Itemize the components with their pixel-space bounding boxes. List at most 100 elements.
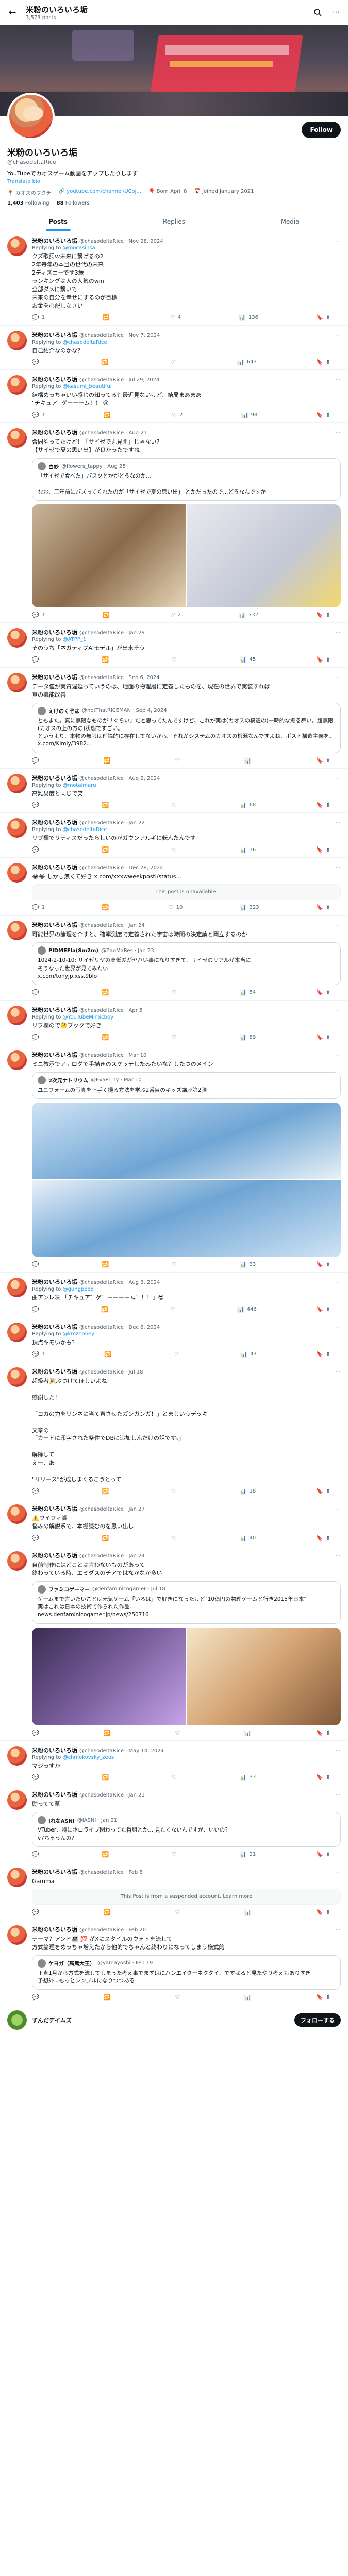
website-link[interactable]: youtube.com/channel/UCoj... (67, 189, 141, 194)
share-icon[interactable]: ⬆ (326, 904, 330, 911)
reply-button[interactable]: 💬 (32, 1261, 42, 1268)
tweet-handle-date[interactable]: @chasodeltaRice · Jan 27 (79, 1506, 145, 1512)
share-icon[interactable]: ⬆ (326, 412, 330, 418)
more-icon[interactable]: ⋯ (335, 1552, 341, 1559)
views-button[interactable]: 📊 21 (240, 1851, 256, 1858)
like-button[interactable]: ♡ (170, 359, 178, 365)
like-button[interactable]: ♡ (173, 1351, 181, 1358)
like-button[interactable]: ♡ (175, 1909, 183, 1916)
retweet-button[interactable]: 🔁 (104, 1730, 113, 1736)
tweet-author-name[interactable]: 米粉のいろいろ垢 (32, 1504, 77, 1513)
tweet[interactable]: 米粉のいろいろ垢 @chasodeltaRice · Jan 24 ⋯ 自前制作にはど… (0, 1546, 348, 1741)
tweet[interactable]: 米粉のいろいろ垢 @chasodeltaRice · Jan 24 ⋯ 可能世界の論理… (0, 916, 348, 1001)
tweet[interactable]: 米粉のいろいろ垢 @chasodeltaRice · Nov 7, 2024 ⋯ Re… (0, 326, 348, 370)
tweet-author-name[interactable]: 米粉のいろいろ垢 (32, 1278, 77, 1286)
avatar[interactable] (7, 375, 27, 395)
retweet-button[interactable]: 🔁 (102, 904, 112, 911)
more-icon[interactable]: ⋯ (335, 922, 341, 928)
tweet-handle-date[interactable]: @chasodeltaRice · Feb 20 (79, 1927, 146, 1933)
like-button[interactable]: ♡ 2 (170, 612, 181, 618)
website[interactable]: 🔗 youtube.com/channel/UCoj... (59, 189, 141, 196)
views-button[interactable]: 📊 89 (240, 1034, 256, 1041)
views-button[interactable]: 📊 (244, 757, 254, 764)
reply-button[interactable]: 💬 (32, 1994, 42, 2001)
tweet[interactable]: 米粉のいろいろ垢 @chasodeltaRice · Jul 29, 2024 ⋯ R… (0, 370, 348, 423)
share-icon[interactable]: ⬆ (326, 1851, 330, 1858)
tweet-handle-date[interactable]: @chasodeltaRice · Nov 7, 2024 (79, 333, 160, 338)
avatar[interactable] (7, 428, 27, 448)
like-button[interactable]: ♡ 4 (170, 314, 181, 321)
views-button[interactable]: 📊 136 (239, 314, 258, 321)
tweet-handle-date[interactable]: @chasodeltaRice · Nov 28, 2024 (79, 239, 163, 244)
tweet-author-name[interactable]: 米粉のいろいろ垢 (32, 1868, 77, 1876)
tweet-handle-date[interactable]: @chasodeltaRice · Aug 3, 2024 (79, 1280, 160, 1285)
like-button[interactable]: ♡ (175, 1994, 183, 2001)
reply-button[interactable]: 💬 (32, 989, 42, 996)
retweet-button[interactable]: 🔁 (102, 846, 112, 853)
avatar[interactable] (7, 1551, 27, 1571)
bookmark-icon[interactable]: 🔖 (316, 846, 323, 853)
tweet-author-name[interactable]: 米粉のいろいろ垢 (32, 1925, 77, 1934)
views-button[interactable]: 📊 446 (237, 1306, 257, 1313)
tweet-author-name[interactable]: 米粉のいろいろ垢 (32, 818, 77, 826)
tweet-author-name[interactable]: 米粉のいろいろ垢 (32, 774, 77, 782)
tweet-author-name[interactable]: 米粉のいろいろ垢 (32, 1367, 77, 1376)
tweet-handle-date[interactable]: @chasodeltaRice · Jul 18 (79, 1369, 143, 1375)
avatar[interactable] (7, 93, 55, 140)
views-button[interactable]: 📊 54 (240, 989, 256, 996)
bookmark-icon[interactable]: 🔖 (316, 1535, 323, 1541)
tweet-handle-date[interactable]: @chasodeltaRice · Dec 6, 2024 (79, 1325, 160, 1330)
like-button[interactable]: ♡ (172, 1034, 179, 1041)
tweet[interactable]: 米粉のいろいろ垢 @chasodeltaRice · Mar 10 ⋯ ミニ教示でアナ… (0, 1045, 348, 1273)
tweet[interactable]: 米粉のいろいろ垢 @chasodeltaRice · Apr 5 ⋯ Replying… (0, 1001, 348, 1045)
avatar[interactable] (7, 921, 27, 941)
retweet-button[interactable]: 🔁 (102, 1535, 112, 1541)
tweet[interactable]: 米粉のいろいろ垢 @chasodeltaRice · Feb 8 ⋯ Gamma Thi… (0, 1862, 348, 1920)
quoted-tweet[interactable]: IれなASNI @IASNI · Jan 21 VTuber、特にホロライブ関わって… (32, 1812, 341, 1847)
bookmark-icon[interactable]: 🔖 (316, 989, 323, 996)
more-icon[interactable]: ⋯ (335, 1747, 341, 1754)
reply-button[interactable]: 💬 (32, 1034, 42, 1041)
photo-pasta[interactable] (32, 504, 186, 607)
reply-target[interactable]: @YouTubeMimicboy (63, 1014, 113, 1020)
share-actions[interactable]: 🔖 ⬆ (316, 1730, 330, 1736)
avatar[interactable] (7, 1504, 27, 1524)
like-button[interactable]: ♡ (170, 1306, 178, 1313)
share-actions[interactable]: 🔖 ⬆ (316, 1535, 330, 1541)
tweet-author-name[interactable]: 米粉のいろいろ垢 (32, 1006, 77, 1014)
more-icon[interactable]: ⋯ (335, 238, 341, 244)
reply-target[interactable]: @chasodeltaRice (63, 827, 107, 833)
bookmark-icon[interactable]: 🔖 (316, 904, 323, 911)
avatar[interactable] (7, 236, 27, 256)
reply-button[interactable]: 💬 (32, 1488, 42, 1495)
reply-target[interactable]: @ATPP_1 (63, 637, 87, 642)
reply-target[interactable]: @chmokovsky_zeus (63, 1755, 114, 1760)
retweet-button[interactable]: 🔁 (102, 989, 112, 996)
bookmark-icon[interactable]: 🔖 (316, 1351, 323, 1358)
retweet-button[interactable]: 🔁 (102, 1851, 112, 1858)
share-actions[interactable]: 🔖 ⬆ (316, 904, 330, 911)
tweet[interactable]: 米粉のいろいろ垢 @chasodeltaRice · Aug 2, 2024 ⋯ Re… (0, 769, 348, 814)
tweet-handle-date[interactable]: @chasodeltaRice · Sep 6, 2024 (79, 675, 160, 681)
share-actions[interactable]: 🔖 ⬆ (316, 989, 330, 996)
more-icon[interactable]: ⋯ (335, 1052, 341, 1058)
more-icon[interactable]: ⋯ (335, 429, 341, 436)
bookmark-icon[interactable]: 🔖 (316, 412, 323, 418)
reply-button[interactable]: 💬 (32, 846, 42, 853)
tweet[interactable]: 米粉のいろいろ垢 @chasodeltaRice · Jan 27 ⋯ ⚠️ワイフィ賞… (0, 1499, 348, 1546)
retweet-button[interactable]: 🔁 (102, 1774, 112, 1781)
avatar[interactable] (7, 1367, 27, 1387)
tweet[interactable]: 米粉のいろいろ垢 @chasodeltaRice · Jan 29 ⋯ Replyin… (0, 623, 348, 668)
share-icon[interactable]: ⬆ (326, 1306, 330, 1313)
views-button[interactable]: 📊 323 (240, 904, 259, 911)
more-icon[interactable]: ⋯ (335, 376, 341, 383)
views-button[interactable]: 📊 43 (240, 1351, 256, 1358)
share-icon[interactable]: ⬆ (326, 1730, 330, 1736)
views-button[interactable]: 📊 33 (240, 1774, 256, 1781)
share-actions[interactable]: 🔖 ⬆ (316, 1306, 330, 1313)
follow-suggested-button[interactable]: フォローする (294, 2013, 341, 2027)
share-icon[interactable]: ⬆ (326, 846, 330, 853)
bookmark-icon[interactable]: 🔖 (316, 757, 323, 764)
bookmark-icon[interactable]: 🔖 (316, 1034, 323, 1041)
reply-button[interactable]: 💬 (32, 1306, 42, 1313)
